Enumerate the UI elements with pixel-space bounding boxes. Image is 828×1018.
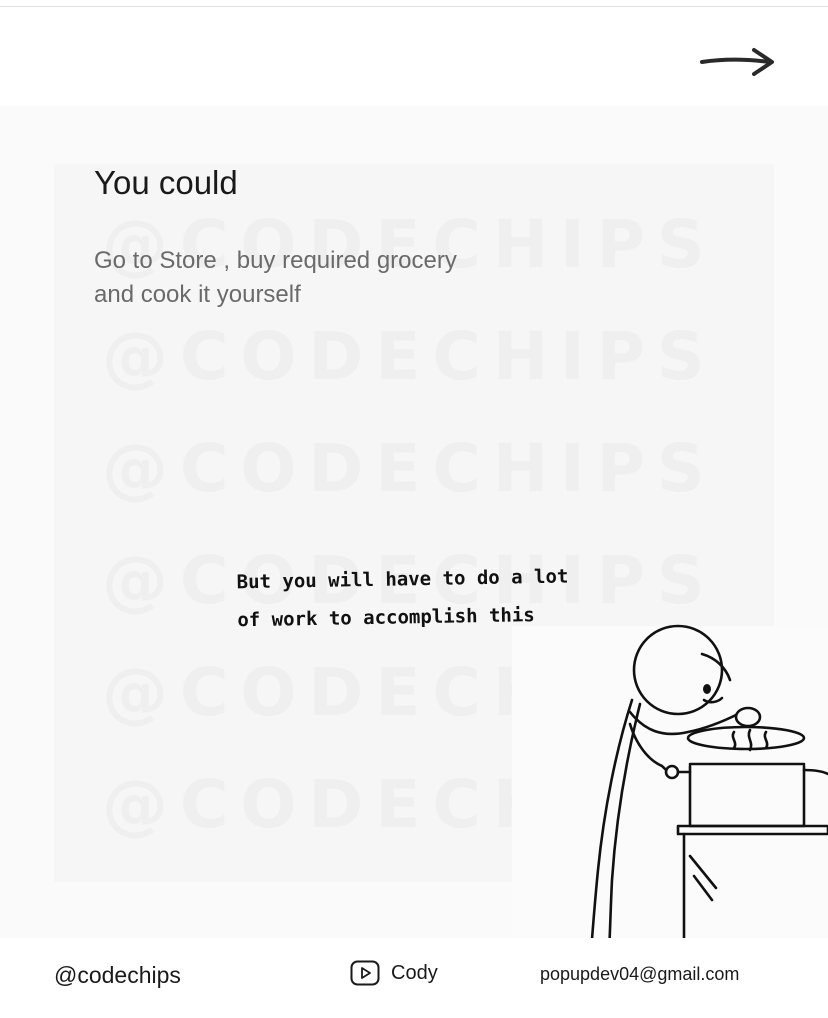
note-line: But you will have to do a lot <box>236 565 569 594</box>
top-divider <box>0 6 828 7</box>
slide-body: Go to Store , buy required grocery and c… <box>94 247 457 308</box>
contact-email[interactable]: popupdev04@gmail.com <box>540 964 739 985</box>
channel-link[interactable]: Cody <box>350 960 438 986</box>
play-button-icon <box>350 960 380 986</box>
watermark-text: @CODECHIPS <box>102 430 717 507</box>
slide-heading: You could <box>94 164 238 201</box>
social-handle: @codechips <box>54 962 181 988</box>
arrow-right-icon[interactable] <box>698 44 778 84</box>
stick-figure-cooking-illustration <box>582 624 828 972</box>
watermark-text: @CODECHIPS <box>102 318 717 395</box>
channel-name: Cody <box>391 961 438 984</box>
